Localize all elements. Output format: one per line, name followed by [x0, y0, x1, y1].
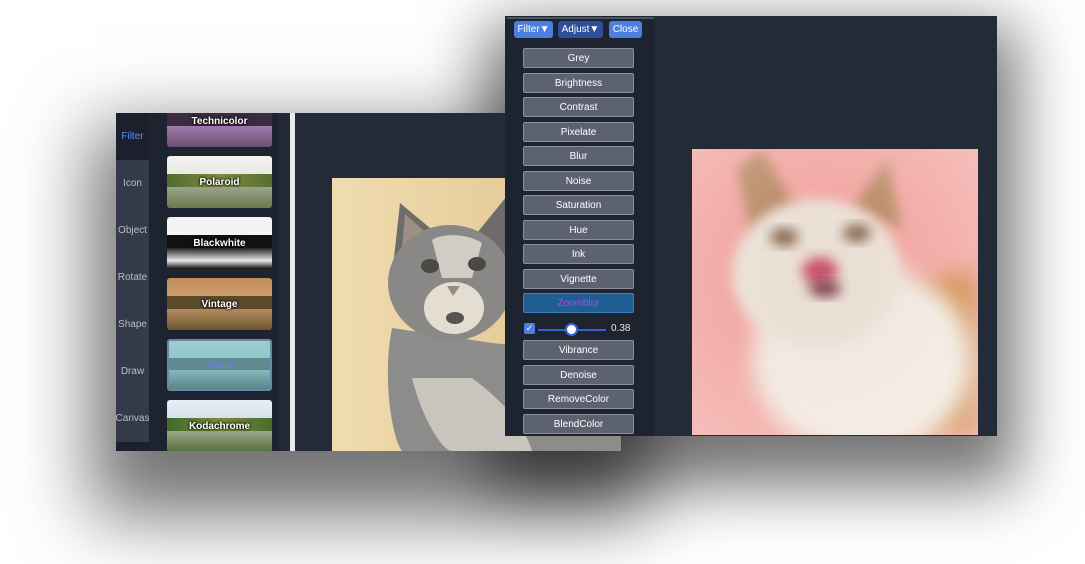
panel-top-border [507, 17, 654, 19]
nav-item-filter[interactable]: Filter [116, 113, 149, 160]
filter-button-grey[interactable]: Grey [523, 48, 634, 68]
thumbnail-label: Blackwhite [193, 237, 246, 249]
thumbnail-label: Vintage [201, 298, 238, 310]
filter-menu-button[interactable]: Filter▼ [514, 21, 553, 38]
nav-item-object[interactable]: Object [116, 207, 149, 254]
filter-button-pixelate[interactable]: Pixelate [523, 122, 634, 142]
filter-panel: Filter▼ Adjust▼ Close Grey Brightness Co… [505, 16, 654, 436]
zoomblur-slider-value: 0.38 [611, 323, 631, 334]
filter-button-vibrance[interactable]: Vibrance [523, 340, 634, 360]
filter-thumbnail-list: Technicolor Polaroid Blackwhite Vintage [149, 113, 278, 451]
thumbnail-kodachrome[interactable]: Kodachrome [167, 400, 272, 451]
nav-item-canvas[interactable]: Canvas [116, 395, 149, 442]
close-button[interactable]: Close [609, 21, 642, 38]
filter-button-saturation[interactable]: Saturation [523, 195, 634, 215]
nav-item-shape[interactable]: Shape [116, 301, 149, 348]
filter-button-hue[interactable]: Hue [523, 220, 634, 240]
filter-button-denoise[interactable]: Denoise [523, 365, 634, 385]
thumbnail-polaroid[interactable]: Polaroid [167, 156, 272, 208]
filter-button-blendcolor[interactable]: BlendColor [523, 414, 634, 434]
filter-button-zoomblur[interactable]: Zoomblur [523, 293, 634, 313]
nav-item-draw[interactable]: Draw [116, 348, 149, 395]
side-nav: Filter Icon Object Rotate Shape Draw Can… [116, 113, 149, 451]
nav-item-rotate[interactable]: Rotate [116, 254, 149, 301]
thumbnail-label: Technicolor [191, 115, 248, 127]
filter-button-noise[interactable]: Noise [523, 171, 634, 191]
filter-button-removecolor[interactable]: RemoveColor [523, 389, 634, 409]
filter-button-ink[interactable]: Ink [523, 244, 634, 264]
filter-button-vignette[interactable]: Vignette [523, 269, 634, 289]
thumbnail-blackwhite[interactable]: Blackwhite [167, 217, 272, 269]
thumbnail-vintage[interactable]: Vintage [167, 278, 272, 330]
zoomblur-slider-row: ✓ 0.38 [524, 321, 649, 337]
thumbnail-label: Kodachrome [188, 420, 251, 432]
filter-button-contrast[interactable]: Contrast [523, 97, 634, 117]
thumbnail-technicolor[interactable]: Technicolor [167, 113, 272, 147]
thumbnail-sepia[interactable]: Sepia [167, 339, 272, 391]
nav-item-icon[interactable]: Icon [116, 160, 149, 207]
filter-button-blur[interactable]: Blur [523, 146, 634, 166]
filter-button-brightness[interactable]: Brightness [523, 73, 634, 93]
thumbnail-label: Polaroid [199, 176, 240, 188]
zoomblur-slider-handle[interactable] [565, 323, 579, 336]
checkbox-checked-icon[interactable]: ✓ [524, 323, 535, 334]
adjust-menu-button[interactable]: Adjust▼ [558, 21, 603, 38]
front-editor-window: Filter▼ Adjust▼ Close Grey Brightness Co… [505, 16, 997, 436]
thumbnail-label: Sepia [206, 359, 233, 371]
zoomblur-cat-photo [692, 149, 978, 435]
